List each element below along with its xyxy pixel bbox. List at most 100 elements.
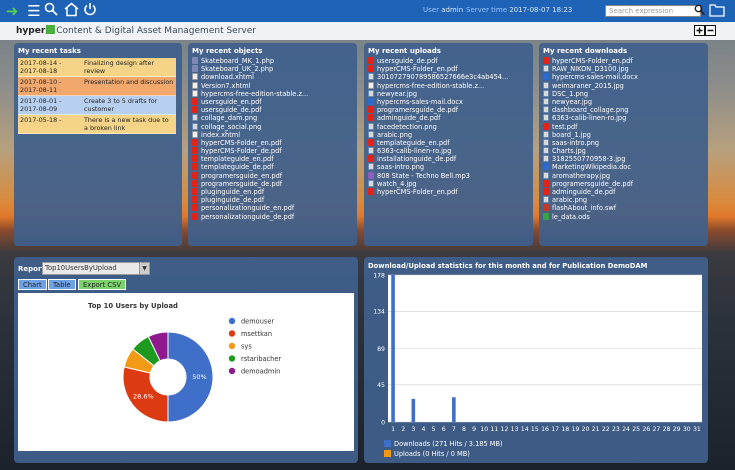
flag-icon[interactable] [709,4,725,18]
user-info: User admin [423,6,463,14]
list-item[interactable]: templateguide_en.pdf [368,138,529,147]
export-csv-button[interactable]: Export CSV [78,279,127,290]
pie-legend-label: demouser [241,317,274,325]
list-item-label: 6363-calib-linen-ro.jpg [552,114,627,123]
list-item-label: saas-intro.png [552,138,600,147]
chart-button[interactable]: Chart [18,279,47,290]
list-item[interactable]: usersguide_en.pdf [192,97,353,106]
list-item-label: installationguide_de.pdf [377,155,457,164]
list-item[interactable]: usersguide_de.pdf [192,106,353,114]
arrow-right-icon[interactable]: ➜ [3,2,21,20]
list-item[interactable]: DSC_1.png [543,89,704,98]
list-item[interactable]: download.xhtml [192,73,353,81]
list-item[interactable]: facedetection.png [368,122,529,131]
task-row[interactable]: 2017-08-01 - 2017-08-09 Create 3 to 5 dra… [18,95,176,115]
list-item[interactable]: personalizationguide_en.pdf [192,204,353,212]
user-label: User [423,6,439,14]
list-item[interactable]: templateguide_de.pdf [192,163,353,171]
list-item[interactable]: 301072790789586527666e3c4ab454... [368,73,529,81]
list-item[interactable]: 808 State - Techno Bell.mp3 [368,171,529,180]
list-item[interactable]: Skateboard_UK_2.php [192,65,353,73]
img-file-icon [543,196,549,204]
task-row[interactable]: 2017-08-10 - 2017-08-11 Presentation and … [18,76,176,96]
list-item[interactable]: flashAbout_info.swf [543,204,704,212]
list-item-label: test.pdf [552,122,578,131]
list-item[interactable]: hypercms-free-edition-stable.z... [192,89,353,98]
list-item[interactable]: aromatherapy.jpg [543,171,704,180]
list-item[interactable]: hyperCMS-Folder_en.pdf [192,138,353,147]
list-item[interactable]: arabic.png [543,196,704,204]
img-file-icon [543,106,549,114]
list-item[interactable]: test.pdf [543,122,704,131]
list-item[interactable]: hypercms-sales-mail.docx [368,97,529,106]
list-item[interactable]: pluginguide_en.pdf [192,188,353,196]
list-item[interactable]: RAW_NIKON_D3100.jpg [543,65,704,73]
pdf-file-icon [368,188,374,195]
list-item[interactable]: hypercms-sales-mail.docx [543,73,704,81]
list-item-label: collage_social.png [201,122,262,131]
list-item[interactable]: index.xhtml [192,130,353,139]
list-item[interactable]: hypercms-free-edition-stable.z... [368,81,529,90]
list-item[interactable]: collage_social.png [192,122,353,131]
search-icon[interactable] [42,2,60,20]
list-item[interactable]: 3182550770958-3.jpg [543,155,704,163]
y-tick-label: 134 [373,309,385,316]
list-item[interactable]: Charts.jpg [543,147,704,155]
pie-legend-label: sys [241,342,252,350]
list-item[interactable]: hyperCMS-Folder_de.pdf [192,147,353,155]
list-item[interactable]: Version7.xhtml [192,81,353,90]
list-item[interactable]: installationguide_de.pdf [368,155,529,163]
menu-icon[interactable]: ☰ [25,2,43,20]
report-select[interactable]: Top10UsersByUpload ▼ [42,262,150,275]
list-item[interactable]: weimaraner_2015.jpg [543,81,704,90]
search-input[interactable]: Search expression [605,5,701,17]
table-button[interactable]: Table [48,279,76,290]
list-item[interactable]: le_data.ods [543,212,704,221]
search-button-icon[interactable] [694,4,706,17]
home-icon[interactable] [62,2,80,20]
x-tick-label: 27 [652,426,660,433]
list-item[interactable]: hyperCMS-Folder_en.pdf [368,188,529,196]
list-item[interactable]: MarketingWikipedia.doc [543,163,704,171]
list-item[interactable]: programersguide_de.pdf [543,179,704,188]
list-item[interactable]: 6363-calib-linen-ro.jpg [368,147,529,155]
list-item[interactable]: hyperCMS-Folder_en.pdf [368,65,529,73]
list-item[interactable]: arabic.png [368,130,529,139]
server-time: Server time 2017-08-07 18:23 [466,6,572,14]
list-item[interactable]: templateguide_en.pdf [192,155,353,163]
list-item[interactable]: collage_dam.png [192,114,353,122]
pdf-file-icon [368,106,374,114]
list-item[interactable]: hyperCMS-Folder_en.pdf [543,57,704,65]
list-item[interactable]: 6363-calib-linen-ro.jpg [543,114,704,122]
list-item[interactable]: adminguide_de.pdf [368,114,529,122]
list-item-label: RAW_NIKON_D3100.jpg [552,65,629,74]
list-item[interactable]: newyear.jpg [543,97,704,106]
power-icon[interactable] [81,2,99,20]
list-item[interactable]: adminguide_de.pdf [543,188,704,196]
list-item[interactable]: saas-intro.png [543,138,704,147]
list-item[interactable]: dashboard_collage.png [543,106,704,114]
img-file-icon [192,114,198,122]
downloads-panel: My recent downloads hyperCMS-Folder_en.p… [539,43,708,246]
img-file-icon [192,122,198,130]
list-item[interactable]: watch_4.jpg [368,179,529,188]
list-item[interactable]: programersguide_en.pdf [192,171,353,180]
legend-dot-msettkan [228,330,236,337]
list-item-label: adminguide_de.pdf [377,114,441,123]
list-item[interactable]: pluginguide_de.pdf [192,196,353,204]
list-item[interactable]: board_1.jpg [543,130,704,139]
list-item[interactable]: programersguide_de.pdf [192,179,353,188]
legend-dot-rstaribacher [228,355,236,362]
list-item[interactable]: programersguide_de.pdf [368,106,529,114]
task-row[interactable]: 2017-05-18 - There is a new task due to a… [18,114,176,134]
task-row[interactable]: 2017-08-14 - 2017-08-18 Finalizing design… [18,58,176,77]
list-item[interactable]: usersguide_de.pdf [368,57,529,65]
list-item[interactable]: personalizationguide_de.pdf [192,212,353,221]
list-item[interactable]: Skateboard_MK_1.php [192,57,353,65]
list-item[interactable]: saas-intro.png [368,163,529,171]
plus-minus-icon[interactable] [694,25,716,39]
x-tick-label: 30 [683,426,691,433]
list-item[interactable]: newyear.jpg [368,89,529,98]
htm-file-icon [192,130,198,138]
logo-icon [46,25,56,34]
